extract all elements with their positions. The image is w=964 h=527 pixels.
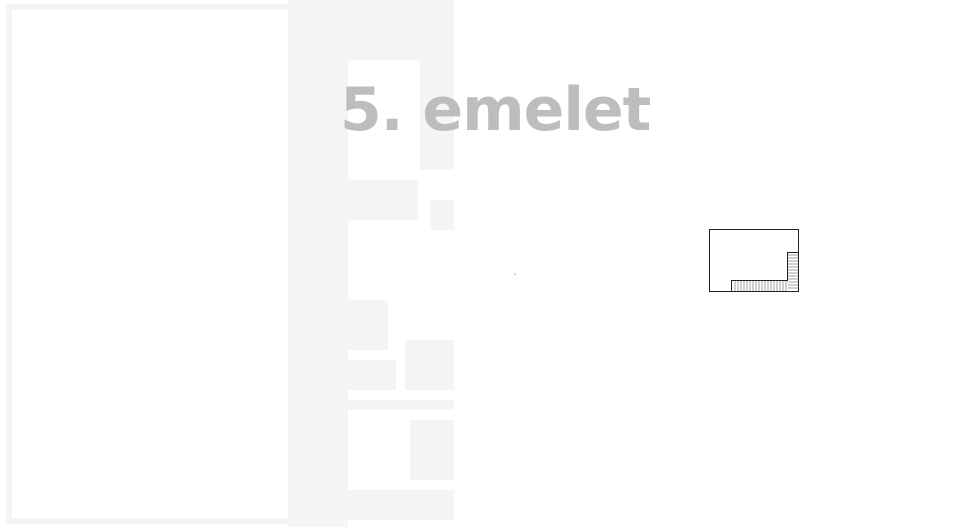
plan-block-bottom	[348, 490, 454, 520]
plan-block-mid-right	[430, 200, 454, 230]
plan-block-top	[348, 0, 454, 60]
plan-room-mid	[354, 240, 424, 300]
minimap-outline	[709, 229, 799, 292]
floor-outline-minimap[interactable]	[709, 229, 799, 292]
plan-block-bottom-right	[410, 420, 454, 480]
plan-block-mid	[348, 180, 418, 220]
plan-block-lower	[348, 300, 388, 350]
plan-wall-lower	[348, 400, 454, 410]
plan-block-lower-right	[405, 340, 454, 390]
position-dot	[514, 273, 516, 275]
plan-block-lower-left	[348, 360, 396, 390]
plan-room-bottom	[356, 416, 390, 472]
plan-room-left	[12, 10, 288, 518]
plan-slab-center	[288, 0, 348, 527]
plan-slab-left	[6, 4, 288, 524]
floor-title: 5. emelet	[340, 75, 651, 145]
